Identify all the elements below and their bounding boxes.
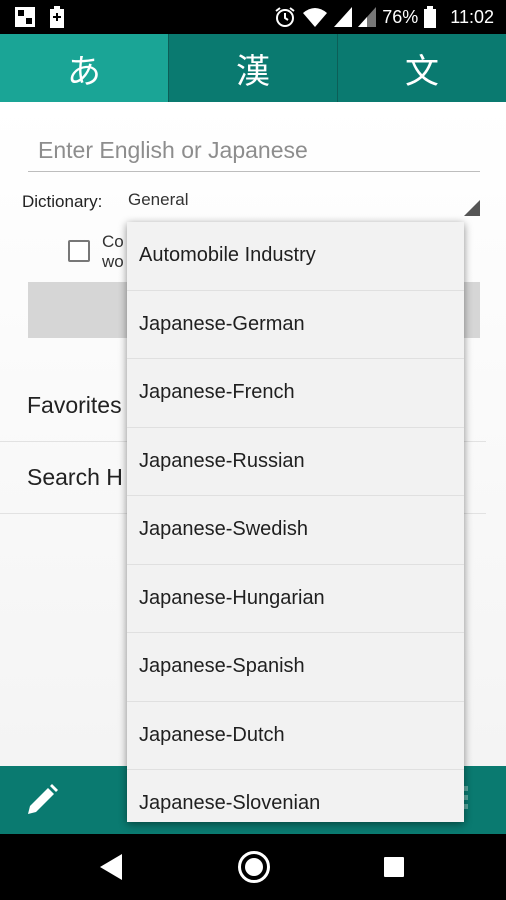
dropdown-option[interactable]: Japanese-Hungarian [127, 565, 464, 633]
battery-icon [424, 6, 437, 28]
alarm-icon [274, 6, 296, 28]
dictionary-selected-value: General [128, 190, 189, 209]
search-history-label: Search H [27, 464, 123, 490]
dropdown-option[interactable]: Japanese-French [127, 359, 464, 428]
search-input[interactable] [28, 130, 480, 172]
common-words-checkbox[interactable] [68, 240, 90, 262]
back-icon[interactable] [98, 852, 124, 886]
status-bar: 76% 11:02 [0, 0, 506, 34]
battery-saver-icon [50, 6, 64, 28]
battery-percent: 76% [382, 6, 419, 27]
dropdown-option[interactable]: Japanese-German [127, 291, 464, 359]
tab-bar: あ 漢 文 [0, 34, 506, 102]
gallery-icon [14, 6, 36, 28]
dropdown-option[interactable]: Japanese-Dutch [127, 702, 464, 770]
clock: 11:02 [450, 6, 494, 27]
tab-hiragana[interactable]: あ [0, 34, 169, 102]
wifi-icon [302, 6, 328, 28]
signal-icon [334, 7, 353, 27]
tab-kanji[interactable]: 漢 [169, 34, 338, 102]
favorites-label: Favorites [27, 392, 122, 418]
dropdown-option[interactable]: Japanese-Slovenian [127, 770, 464, 822]
home-icon[interactable] [238, 851, 270, 883]
signal-icon-2 [358, 7, 377, 27]
pencil-icon[interactable] [24, 782, 60, 822]
tab-sentences[interactable]: 文 [338, 34, 506, 102]
dictionary-label: Dictionary: [22, 192, 103, 211]
dropdown-caret-icon [464, 200, 480, 216]
dropdown-option[interactable]: Japanese-Spanish [127, 633, 464, 702]
dropdown-option[interactable]: Japanese-Swedish [127, 496, 464, 565]
recents-icon[interactable] [384, 857, 404, 877]
dictionary-select[interactable]: General [128, 190, 480, 220]
dictionary-dropdown-menu: Automobile Industry Japanese-German Japa… [127, 222, 464, 822]
dropdown-option[interactable]: Automobile Industry [127, 222, 464, 291]
dropdown-option[interactable]: Japanese-Russian [127, 428, 464, 496]
navigation-bar [0, 834, 506, 900]
